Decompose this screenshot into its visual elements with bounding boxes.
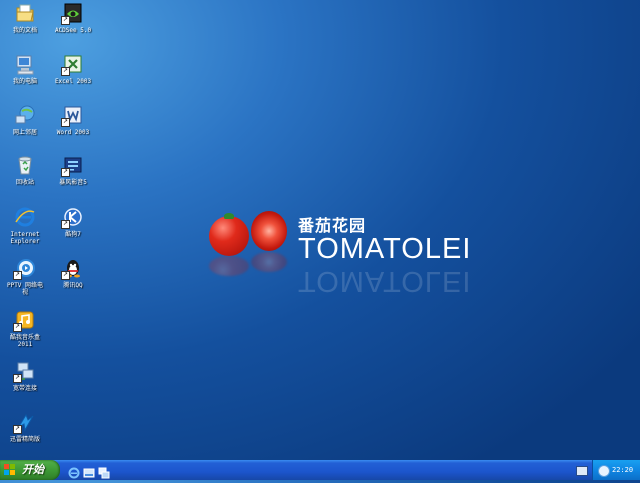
icon-label: ACDSee 5.0 bbox=[54, 27, 92, 34]
network-icon bbox=[14, 104, 36, 126]
desktop-icon-qq[interactable]: ↗ 腾讯QQ bbox=[48, 257, 98, 289]
thunder-icon: ↗ bbox=[13, 411, 36, 434]
taskbar: 开始 22:20 bbox=[0, 460, 640, 480]
quick-launch-ie-icon[interactable] bbox=[68, 464, 80, 479]
shortcut-arrow-icon: ↗ bbox=[13, 374, 22, 383]
desktop-icon-pptv[interactable]: ↗ PPTV 网络电 视 bbox=[0, 257, 50, 296]
desktop-icon-internet-explorer[interactable]: Internet Explorer bbox=[0, 206, 50, 245]
tomato-reflection bbox=[209, 256, 249, 276]
desktop-icon-my-documents[interactable]: 我的文档 bbox=[0, 2, 50, 34]
brand-english-reflection: TOMATOLEI bbox=[298, 265, 472, 297]
tomato-slice-icon bbox=[251, 211, 287, 251]
brand-english: TOMATOLEI bbox=[298, 233, 472, 265]
desktop-icon-baofeng[interactable]: ↗ 暴风影音5 bbox=[48, 154, 98, 186]
shortcut-arrow-icon: ↗ bbox=[13, 323, 22, 332]
tray-status-icon[interactable] bbox=[598, 465, 610, 477]
start-label: 开始 bbox=[22, 463, 44, 476]
icon-label: 迅雷精简版 bbox=[9, 436, 40, 443]
shortcut-arrow-icon: ↗ bbox=[61, 16, 70, 25]
windows-flag-icon bbox=[4, 464, 16, 476]
kuwo-icon: ↗ bbox=[13, 309, 36, 332]
icon-label: 我的电脑 bbox=[12, 78, 37, 85]
shortcut-arrow-icon: ↗ bbox=[61, 168, 70, 177]
icon-label: 回收站 bbox=[15, 179, 34, 186]
desktop-icon-kugou[interactable]: ↗ 酷狗7 bbox=[48, 206, 98, 238]
desktop-icon-my-computer[interactable]: 我的电脑 bbox=[0, 53, 50, 85]
my-computer-icon bbox=[14, 53, 36, 75]
shortcut-arrow-icon: ↗ bbox=[61, 118, 70, 127]
kugou-icon: ↗ bbox=[61, 206, 84, 229]
icon-label: 酷狗7 bbox=[65, 231, 81, 238]
icon-label: 网上邻居 bbox=[12, 129, 37, 136]
icon-label: PPTV 网络电 视 bbox=[6, 282, 44, 296]
excel-icon: ↗ bbox=[61, 53, 84, 76]
quick-launch-switch-windows-icon[interactable] bbox=[98, 464, 110, 479]
clock[interactable]: 22:20 bbox=[612, 460, 633, 480]
acdsee-icon: ↗ bbox=[61, 2, 84, 25]
qq-icon: ↗ bbox=[61, 257, 84, 280]
desktop-icon-excel[interactable]: ↗ Excel 2003 bbox=[48, 53, 98, 85]
icon-label: 宽带连接 bbox=[12, 385, 37, 392]
desktop-icon-recycle-bin[interactable]: 回收站 bbox=[0, 154, 50, 186]
shortcut-arrow-icon: ↗ bbox=[61, 271, 70, 280]
desktop: 我的文档 我的电脑 网上邻居 回收站 Internet Explorer ↗ P… bbox=[0, 0, 640, 460]
tomato-slice-reflection bbox=[251, 252, 287, 272]
icon-label: Word 2003 bbox=[56, 129, 90, 136]
start-button[interactable]: 开始 bbox=[0, 460, 60, 480]
pptv-icon: ↗ bbox=[13, 257, 36, 280]
broadband-icon: ↗ bbox=[13, 360, 36, 383]
icon-label: Internet Explorer bbox=[10, 231, 40, 245]
shortcut-arrow-icon: ↗ bbox=[61, 220, 70, 229]
quick-launch-show-desktop-icon[interactable] bbox=[83, 464, 95, 478]
tomato-leaf-icon bbox=[224, 213, 234, 219]
desktop-icon-kuwo[interactable]: ↗ 酷我音乐盒 2011 bbox=[0, 309, 50, 348]
icon-label: 酷我音乐盒 2011 bbox=[9, 334, 40, 348]
word-icon: ↗ bbox=[61, 104, 84, 127]
shortcut-arrow-icon: ↗ bbox=[13, 425, 22, 434]
desktop-icon-acdsee[interactable]: ↗ ACDSee 5.0 bbox=[48, 2, 98, 34]
icon-label: 我的文档 bbox=[12, 27, 37, 34]
desktop-icon-thunder[interactable]: ↗ 迅雷精简版 bbox=[0, 411, 50, 443]
my-documents-icon bbox=[14, 2, 36, 24]
desktop-icon-word[interactable]: ↗ Word 2003 bbox=[48, 104, 98, 136]
icon-label: 暴风影音5 bbox=[59, 179, 87, 186]
shortcut-arrow-icon: ↗ bbox=[61, 67, 70, 76]
wallpaper-logo: 番茄花园 TOMATOLEI TOMATOLEI bbox=[206, 206, 471, 297]
keyboard-icon[interactable] bbox=[576, 466, 588, 476]
system-tray: 22:20 bbox=[592, 460, 640, 480]
ie-icon bbox=[14, 206, 36, 228]
icon-label: Excel 2003 bbox=[54, 78, 92, 85]
baofeng-icon: ↗ bbox=[61, 154, 84, 177]
desktop-icon-network[interactable]: 网上邻居 bbox=[0, 104, 50, 136]
icon-label: 腾讯QQ bbox=[63, 282, 83, 289]
recycle-bin-icon bbox=[14, 154, 36, 176]
shortcut-arrow-icon: ↗ bbox=[13, 271, 22, 280]
desktop-icon-broadband[interactable]: ↗ 宽带连接 bbox=[0, 360, 50, 392]
tomato-icon bbox=[209, 216, 249, 256]
